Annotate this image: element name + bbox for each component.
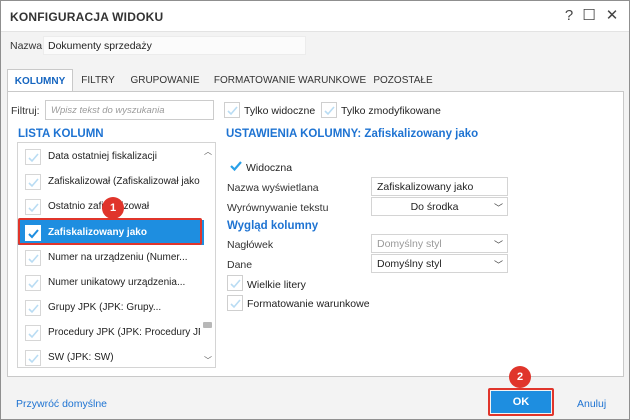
only-modified-label: Tylko zmodyfikowane — [341, 105, 441, 117]
title-bar: KONFIGURACJA WIDOKU ? ☐ ✕ — [1, 1, 629, 32]
column-label: Numer unikatowy urządzenia... — [48, 277, 186, 288]
uppercase-checkbox[interactable] — [227, 275, 243, 291]
text-align-select[interactable]: Do środka ﹀ — [371, 197, 508, 216]
ok-button-highlight — [488, 388, 554, 416]
name-field[interactable]: Dokumenty sprzedaży — [43, 36, 306, 55]
scroll-up-icon[interactable]: ︿ — [204, 146, 212, 157]
column-label: Numer na urządzeniu (Numer... — [48, 252, 188, 263]
column-label: Zafiskalizował (Zafiskalizował jako... — [48, 176, 200, 187]
help-icon[interactable]: ? — [559, 6, 579, 26]
only-visible-label: Tylko widoczne — [244, 105, 316, 117]
list-item[interactable]: Procedury JPK (JPK: Procedury JPK) — [18, 320, 204, 345]
filter-label: Filtruj: — [11, 105, 40, 117]
only-visible-checkbox[interactable] — [224, 102, 240, 118]
visible-checkbox[interactable] — [229, 159, 243, 175]
tab-pozostale[interactable]: POZOSTAŁE — [373, 69, 433, 92]
chevron-down-icon: ﹀ — [493, 203, 503, 213]
column-checkbox[interactable] — [25, 300, 41, 316]
step-marker-2: 2 — [509, 366, 531, 388]
visible-label: Widoczna — [246, 162, 293, 174]
restore-defaults-link[interactable]: Przywróć domyślne — [16, 398, 107, 410]
tab-formatowanie-warunkowe[interactable]: FORMATOWANIE WARUNKOWE — [213, 69, 367, 92]
chevron-down-icon: ﹀ — [493, 260, 503, 270]
column-checkbox[interactable] — [25, 325, 41, 341]
name-label: Nazwa: — [10, 40, 46, 52]
column-checkbox[interactable] — [25, 199, 41, 215]
list-item[interactable]: Zafiskalizował (Zafiskalizował jako... — [18, 169, 204, 194]
conditional-format-checkbox[interactable] — [227, 295, 243, 311]
column-list[interactable]: Data ostatniej fiskalizacji Zafiskalizow… — [17, 142, 216, 368]
scrollbar-thumb[interactable] — [203, 322, 212, 328]
step-marker-1: 1 — [102, 197, 124, 219]
column-checkbox[interactable] — [25, 149, 41, 165]
name-row: Nazwa: Dokumenty sprzedaży — [1, 32, 629, 59]
cancel-link[interactable]: Anuluj — [577, 398, 606, 410]
data-style-value: Domyślny styl — [377, 258, 442, 270]
selected-row-highlight — [18, 218, 202, 245]
column-checkbox[interactable] — [25, 250, 41, 266]
header-style-select[interactable]: Domyślny styl ﹀ — [371, 234, 508, 253]
only-modified-checkbox[interactable] — [321, 102, 337, 118]
column-label: Procedury JPK (JPK: Procedury JPK) — [48, 327, 200, 338]
display-name-label: Nazwa wyświetlana — [227, 182, 319, 194]
column-label: Grupy JPK (JPK: Grupy... — [48, 302, 162, 313]
header-style-label: Nagłówek — [227, 239, 274, 251]
header-style-value: Domyślny styl — [377, 238, 442, 250]
scroll-down-icon[interactable]: ﹀ — [204, 355, 212, 366]
data-style-select[interactable]: Domyślny styl ﹀ — [371, 254, 508, 273]
list-item[interactable]: Numer unikatowy urządzenia... — [18, 270, 204, 295]
column-label: Data ostatniej fiskalizacji — [48, 151, 157, 162]
text-align-label: Wyrównywanie tekstu — [227, 202, 329, 214]
column-label: Ostatnio zafiskalizował — [48, 201, 150, 212]
close-icon[interactable]: ✕ — [602, 6, 622, 26]
list-item[interactable]: Data ostatniej fiskalizacji — [18, 144, 204, 169]
tab-filtry[interactable]: FILTRY — [79, 69, 117, 92]
column-label: SW (JPK: SW) — [48, 352, 114, 363]
list-item[interactable]: Grupy JPK (JPK: Grupy... — [18, 295, 204, 320]
chevron-down-icon: ﹀ — [493, 240, 503, 250]
filter-input[interactable]: Wpisz tekst do wyszukania — [45, 100, 214, 120]
column-checkbox[interactable] — [25, 350, 41, 366]
tab-grupowanie[interactable]: GRUPOWANIE — [125, 69, 205, 92]
dialog-title: KONFIGURACJA WIDOKU — [10, 10, 164, 24]
display-name-input[interactable]: Zafiskalizowany jako — [371, 177, 508, 196]
column-checkbox[interactable] — [25, 174, 41, 190]
uppercase-label: Wielkie litery — [247, 279, 306, 291]
maximize-icon[interactable]: ☐ — [579, 6, 599, 26]
column-checkbox[interactable] — [25, 275, 41, 291]
tab-kolumny[interactable]: KOLUMNY — [7, 69, 73, 93]
appearance-title: Wygląd kolumny — [227, 220, 319, 232]
list-item[interactable]: SW (JPK: SW) — [18, 345, 204, 367]
conditional-format-label: Formatowanie warunkowe — [247, 298, 370, 310]
list-item[interactable]: Numer na urządzeniu (Numer... — [18, 245, 204, 270]
column-settings-title: USTAWIENIA KOLUMNY: Zafiskalizowany jako — [226, 128, 479, 140]
data-style-label: Dane — [227, 259, 253, 271]
text-align-value: Do środka — [410, 201, 459, 213]
config-dialog: KONFIGURACJA WIDOKU ? ☐ ✕ Nazwa: Dokumen… — [0, 0, 630, 420]
column-list-title: LISTA KOLUMN — [18, 128, 104, 140]
